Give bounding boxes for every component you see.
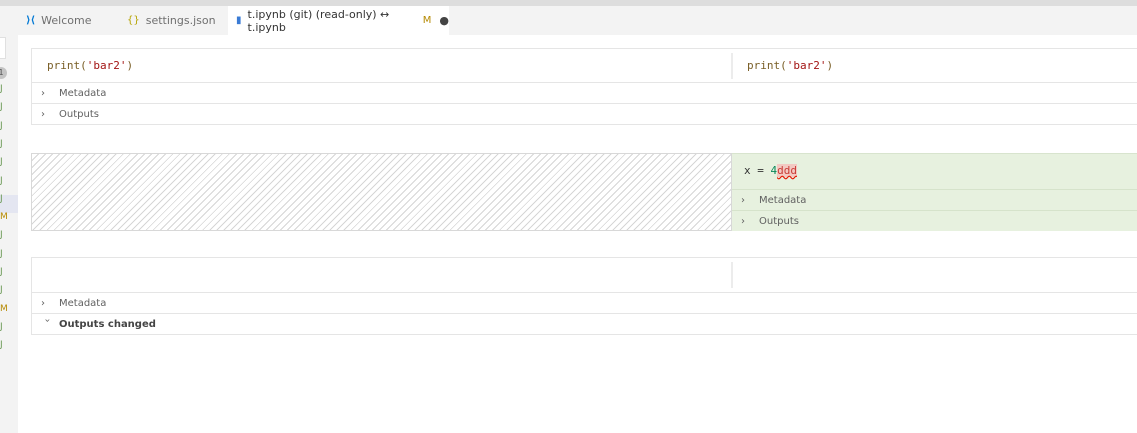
- tab-settings-json[interactable]: {} settings.json: [119, 6, 228, 35]
- chevron-right-icon: ›: [41, 108, 45, 120]
- diff-cell-unchanged: print('bar2') print('bar2') › Metadata ›…: [31, 48, 1137, 125]
- notebook-diff-editor: print('bar2') print('bar2') › Metadata ›…: [18, 35, 1137, 433]
- gutter-input-stub[interactable]: [0, 37, 6, 59]
- outputs-label: Outputs: [59, 108, 99, 120]
- chevron-right-icon: ›: [41, 297, 45, 309]
- metadata-fold[interactable]: › Metadata: [32, 83, 1137, 104]
- tab-welcome[interactable]: ⟩⟨ Welcome: [18, 6, 119, 35]
- gutter-status-letter: J: [0, 321, 3, 332]
- metadata-label: Metadata: [59, 87, 107, 99]
- chevron-right-icon: ›: [41, 87, 45, 99]
- gutter-status-letter: J: [0, 157, 3, 168]
- cell-code-row: print('bar2') print('bar2'): [32, 49, 1137, 83]
- gutter-status-letter: J: [0, 285, 3, 296]
- tab-label: Welcome: [41, 14, 92, 27]
- gutter-status-letter: J: [0, 102, 3, 113]
- chevron-right-icon: ›: [741, 215, 745, 227]
- gutter-status-letter: J: [0, 84, 3, 94]
- source-control-gutter: 1 JJJJJJJMJJJJMJJ: [0, 6, 18, 433]
- inserted-code[interactable]: x = 4ddd: [744, 164, 797, 177]
- outputs-label: Outputs: [759, 215, 799, 227]
- change-count-badge: 1: [0, 67, 7, 79]
- inserted-cell-placeholder: [31, 153, 732, 231]
- gutter-status-letter: J: [0, 175, 3, 186]
- metadata-label: Metadata: [759, 194, 807, 206]
- tab-notebook-diff[interactable]: ▮ t.ipynb (git) (read-only) ↔ t.ipynb M …: [228, 6, 449, 35]
- modified-indicator: M: [422, 15, 432, 26]
- chevron-down-icon: ›: [41, 318, 53, 322]
- modified-code[interactable]: print('bar2'): [747, 59, 833, 72]
- outputs-fold[interactable]: › Outputs: [32, 104, 1137, 125]
- error-squiggle: ddd: [777, 164, 797, 177]
- gutter-status-letter: J: [0, 267, 3, 277]
- gutter-status-letter: M: [0, 212, 8, 223]
- gutter-status-letter: J: [0, 248, 3, 259]
- vscode-logo-icon: ⟩⟨: [26, 15, 36, 26]
- gutter-status-letter: M: [0, 303, 8, 314]
- metadata-fold[interactable]: › Metadata: [32, 293, 1137, 314]
- split-divider: [731, 53, 733, 79]
- outputs-changed-label: Outputs changed: [59, 318, 156, 330]
- outputs-fold[interactable]: › Outputs: [732, 210, 1137, 231]
- diff-cell-modified: › Metadata › Outputs changed: [31, 257, 1137, 335]
- gutter-status-letter: J: [0, 138, 3, 149]
- gutter-status-letter: J: [0, 230, 3, 241]
- editor-tab-bar: ⟩⟨ Welcome {} settings.json ▮ t.ipynb (g…: [18, 6, 1137, 35]
- tab-label: settings.json: [145, 14, 216, 27]
- gutter-status-letter: J: [0, 193, 3, 204]
- metadata-label: Metadata: [59, 297, 107, 309]
- metadata-fold[interactable]: › Metadata: [732, 189, 1137, 210]
- outputs-changed-fold[interactable]: › Outputs changed: [32, 314, 1137, 335]
- diff-cell-inserted: x = 4ddd › Metadata › Outputs: [732, 153, 1137, 231]
- gutter-status-letter: J: [0, 120, 3, 131]
- json-braces-icon: {}: [127, 15, 140, 26]
- notebook-icon: ▮: [236, 15, 242, 26]
- unsaved-dot-icon[interactable]: ●: [439, 14, 449, 27]
- split-divider: [731, 262, 733, 288]
- chevron-right-icon: ›: [741, 194, 745, 206]
- original-code[interactable]: print('bar2'): [47, 59, 133, 72]
- cell-code-row: [32, 258, 1137, 293]
- tab-label: t.ipynb (git) (read-only) ↔ t.ipynb: [247, 7, 390, 34]
- gutter-status-letter: J: [0, 340, 3, 351]
